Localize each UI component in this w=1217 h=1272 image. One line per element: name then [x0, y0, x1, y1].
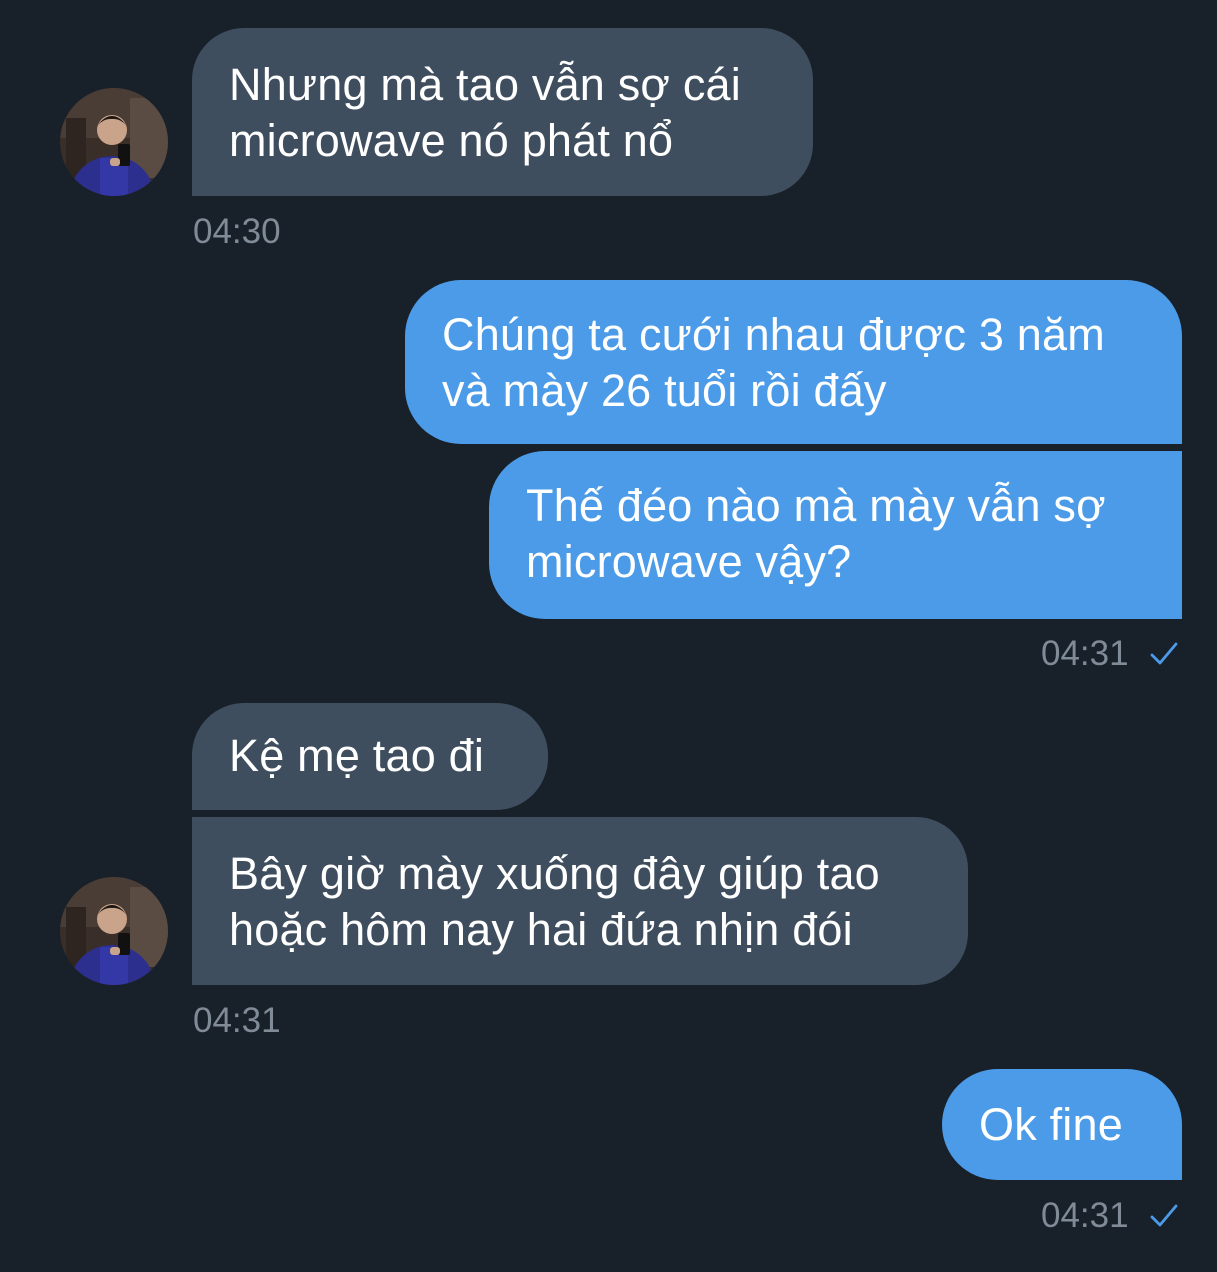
message-text: Ok fine	[979, 1099, 1123, 1150]
contact-avatar[interactable]	[60, 877, 168, 985]
message-bubble-outgoing[interactable]: Ok fine	[942, 1069, 1182, 1180]
avatar-photo	[60, 88, 168, 196]
message-bubble-outgoing[interactable]: Chúng ta cưới nhau được 3 năm và mày 26 …	[405, 280, 1182, 444]
message-timestamp: 04:31	[193, 1001, 281, 1040]
check-icon	[1150, 1204, 1178, 1227]
message-text: Kệ mẹ tao đi	[229, 730, 485, 781]
message-bubble-incoming[interactable]: Bây giờ mày xuống đây giúp tao hoặc hôm …	[192, 817, 968, 985]
message-bubble-incoming[interactable]: Kệ mẹ tao đi	[192, 703, 548, 810]
message-timestamp: 04:31	[1041, 1196, 1129, 1235]
message-text: Nhưng mà tao vẫn sợ cái microwave nó phá…	[229, 59, 741, 166]
chat-thread: Nhưng mà tao vẫn sợ cái microwave nó phá…	[0, 0, 1217, 1272]
contact-avatar[interactable]	[60, 88, 168, 196]
avatar-photo	[60, 877, 168, 985]
message-timestamp: 04:31	[1041, 634, 1129, 673]
message-bubble-outgoing[interactable]: Thế đéo nào mà mày vẫn sợ microwave vậy?	[489, 451, 1182, 619]
message-timestamp: 04:30	[193, 212, 281, 251]
message-bubble-incoming[interactable]: Nhưng mà tao vẫn sợ cái microwave nó phá…	[192, 28, 813, 196]
message-text: Thế đéo nào mà mày vẫn sợ microwave vậy?	[526, 480, 1106, 587]
message-text: Chúng ta cưới nhau được 3 năm và mày 26 …	[442, 309, 1105, 416]
check-icon	[1150, 642, 1178, 665]
message-text: Bây giờ mày xuống đây giúp tao hoặc hôm …	[229, 848, 880, 955]
